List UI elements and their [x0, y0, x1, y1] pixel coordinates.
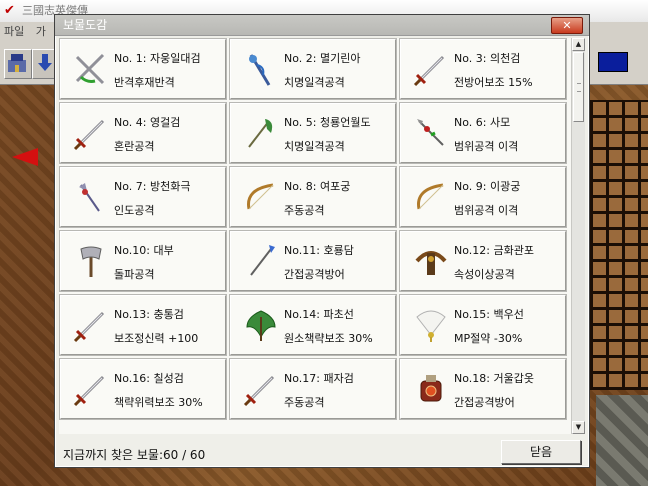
treasure-cell[interactable]: No. 2: 멸기린아치명일격공격 [229, 38, 397, 100]
vertical-scrollbar[interactable]: ▲ ▼ [571, 38, 585, 434]
treasure-cell[interactable]: No. 9: 이광궁범위공격 이격 [399, 166, 567, 228]
castle-icon [8, 54, 26, 72]
treasure-effect: 속성이상공격 [454, 268, 515, 281]
treasure-name: No.15: 백우선 [454, 308, 524, 321]
treasure-cell[interactable]: No. 4: 영걸검혼란공격 [59, 102, 227, 164]
treasure-cell[interactable]: No. 1: 자웅일대검반격후재반격 [59, 38, 227, 100]
leaf-fan-icon [243, 307, 279, 343]
treasure-effect: 전방어보조 15% [454, 76, 533, 89]
crossbow-icon [413, 243, 449, 279]
treasure-name: No. 3: 의천검 [454, 52, 521, 65]
scroll-up-arrow-icon[interactable]: ▲ [572, 38, 585, 51]
map-indicator[interactable] [598, 52, 628, 72]
treasure-grid: No. 1: 자웅일대검 반격후재반격 No. 2: 멸기린아 치명일격공격 No. 3… [59, 38, 571, 434]
treasure-effect: 치명일격공격 [284, 76, 345, 89]
feather-fan-icon [413, 307, 449, 343]
treasure-encyclopedia-dialog: 보물도감 ✕ No. 1: 자웅일대검 반격후재반격 No. 2: 멸기린아 치명일격… [54, 14, 590, 468]
spear-icon [243, 243, 279, 279]
treasure-effect: 범위공격 이격 [454, 140, 519, 153]
axe-icon [73, 243, 109, 279]
dragon-spear-icon [243, 51, 279, 87]
treasure-name: No. 1: 자웅일대검 [114, 52, 201, 65]
treasure-cell[interactable]: No. 3: 의천검전방어보조 15% [399, 38, 567, 100]
treasure-name: No. 4: 영걸검 [114, 116, 181, 129]
sword-icon [73, 371, 109, 407]
treasure-name: No.18: 거울갑옷 [454, 372, 534, 385]
treasure-effect: 주동공격 [284, 396, 325, 409]
treasure-cell[interactable]: No. 5: 청룡언월도치명일격공격 [229, 102, 397, 164]
dialog-title: 보물도감 [63, 18, 108, 32]
treasure-effect: MP절약 -30% [454, 332, 523, 345]
bow-icon [243, 179, 279, 215]
treasure-effect: 주동공격 [284, 204, 325, 217]
treasure-effect: 반격후재반격 [114, 76, 175, 89]
treasure-effect: 치명일격공격 [284, 140, 345, 153]
treasure-cell[interactable]: No.10: 대부돌파공격 [59, 230, 227, 292]
treasure-cell[interactable]: No.15: 백우선 MP절약 -30% [399, 294, 567, 356]
armor-icon [413, 371, 449, 407]
treasure-name: No. 2: 멸기린아 [284, 52, 361, 65]
treasure-effect: 간접공격방어 [454, 396, 515, 409]
close-icon: ✕ [562, 19, 572, 32]
sword-icon [73, 307, 109, 343]
menu-second[interactable]: 가 [32, 25, 50, 38]
treasure-cell[interactable]: No. 7: 방천화극인도공격 [59, 166, 227, 228]
twin-swords-icon [73, 51, 109, 87]
serpent-spear-icon [413, 115, 449, 151]
treasure-name: No.17: 패자검 [284, 372, 354, 385]
scroll-thumb[interactable] [573, 52, 584, 122]
treasure-cell[interactable]: No. 8: 여포궁주동공격 [229, 166, 397, 228]
treasure-name: No. 8: 여포궁 [284, 180, 351, 193]
dialog-titlebar[interactable]: 보물도감 ✕ [55, 15, 589, 36]
treasure-name: No.11: 호룡담 [284, 244, 354, 257]
sword-icon [243, 371, 279, 407]
stone-wall [596, 395, 648, 486]
treasure-effect: 돌파공격 [114, 268, 155, 281]
treasure-cell[interactable]: No. 6: 사모범위공격 이격 [399, 102, 567, 164]
treasure-effect: 혼란공격 [114, 140, 155, 153]
bow-icon [413, 179, 449, 215]
treasure-effect: 보조정신력 +100 [114, 332, 199, 345]
lattice-window [586, 100, 648, 390]
treasure-effect: 인도공격 [114, 204, 155, 217]
treasure-name: No. 9: 이광궁 [454, 180, 521, 193]
treasure-effect: 책략위력보조 30% [114, 396, 203, 409]
treasure-effect: 간접공격방어 [284, 268, 345, 281]
treasure-name: No.14: 파초선 [284, 308, 354, 321]
app-logo-icon: ✔ [4, 3, 15, 18]
sword-icon [413, 51, 449, 87]
treasure-cell[interactable]: No.18: 거울갑옷간접공격방어 [399, 358, 567, 420]
treasure-name: No. 5: 청룡언월도 [284, 116, 371, 129]
halberd-icon [73, 179, 109, 215]
menu-file[interactable]: 파일 [0, 25, 28, 38]
treasure-name: No.12: 금화관포 [454, 244, 534, 257]
found-count-text: 지금까지 찾은 보물:60 / 60 [63, 448, 206, 462]
treasure-cell[interactable]: No.11: 호룡담간접공격방어 [229, 230, 397, 292]
treasure-name: No.13: 충통검 [114, 308, 184, 321]
treasure-cell[interactable]: No.14: 파초선원소책략보조 30% [229, 294, 397, 356]
scroll-down-arrow-icon[interactable]: ▼ [572, 421, 585, 434]
treasure-name: No. 6: 사모 [454, 116, 511, 129]
treasure-cell[interactable]: No.13: 충통검보조정신력 +100 [59, 294, 227, 356]
close-button[interactable]: ✕ [551, 17, 583, 34]
treasure-name: No.16: 칠성검 [114, 372, 184, 385]
treasure-cell[interactable]: No.17: 패자검주동공격 [229, 358, 397, 420]
treasure-effect: 원소책략보조 30% [284, 332, 373, 345]
treasure-cell[interactable]: No.12: 금화관포속성이상공격 [399, 230, 567, 292]
glaive-icon [243, 115, 279, 151]
close-dialog-button[interactable]: 닫음 [501, 440, 581, 464]
treasure-name: No. 7: 방천화극 [114, 180, 191, 193]
red-cursor-arrow-icon [12, 148, 38, 166]
treasure-effect: 범위공격 이격 [454, 204, 519, 217]
sword-icon [73, 115, 109, 151]
castle-tool-button[interactable] [4, 49, 32, 79]
treasure-cell[interactable]: No.16: 칠성검책략위력보조 30% [59, 358, 227, 420]
treasure-name: No.10: 대부 [114, 244, 174, 257]
